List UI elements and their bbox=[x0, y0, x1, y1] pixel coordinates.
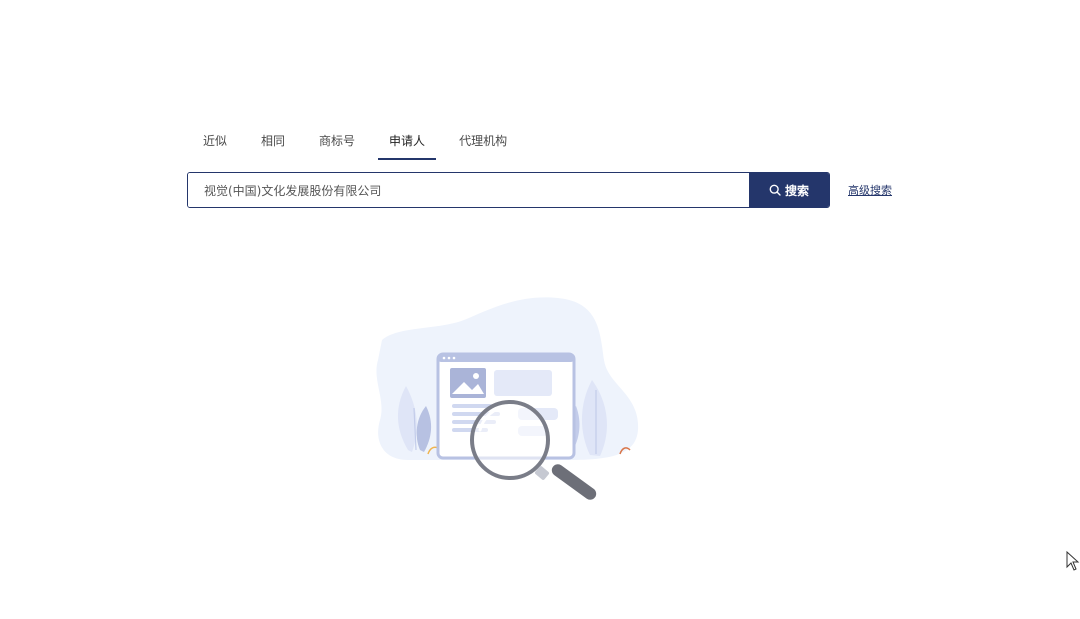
search-box: 搜索 bbox=[187, 172, 830, 208]
tab-identical[interactable]: 相同 bbox=[250, 128, 296, 160]
magnifier-document-icon bbox=[368, 290, 658, 510]
search-button[interactable]: 搜索 bbox=[749, 173, 829, 207]
tab-agency[interactable]: 代理机构 bbox=[448, 128, 518, 160]
tab-trademark-number[interactable]: 商标号 bbox=[308, 128, 366, 160]
search-row: 搜索 高级搜索 bbox=[187, 172, 892, 208]
search-icon bbox=[769, 184, 781, 196]
search-type-tabs: 近似 相同 商标号 申请人 代理机构 bbox=[192, 128, 530, 160]
page: 近似 相同 商标号 申请人 代理机构 搜索 高级搜索 bbox=[0, 0, 1080, 619]
search-input[interactable] bbox=[188, 173, 749, 207]
tab-applicant[interactable]: 申请人 bbox=[378, 128, 437, 160]
mouse-cursor-icon bbox=[1066, 550, 1080, 571]
search-button-label: 搜索 bbox=[784, 183, 809, 198]
tab-similar[interactable]: 近似 bbox=[192, 128, 238, 160]
advanced-search-link[interactable]: 高级搜索 bbox=[848, 182, 892, 198]
